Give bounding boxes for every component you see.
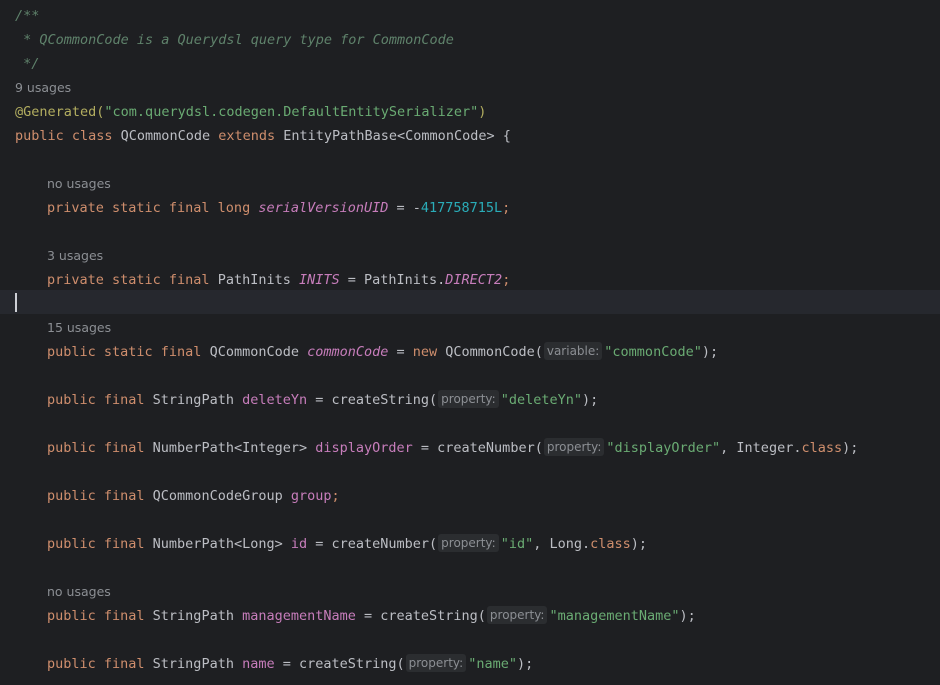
usages-hint-common-code[interactable]: 15 usages	[47, 316, 111, 340]
field-name: deleteYn	[242, 392, 308, 408]
current-line-highlight	[0, 290, 940, 314]
extends-keyword: extends	[218, 128, 284, 144]
annotation-value: "com.querydsl.codegen.DefaultEntitySeria…	[104, 104, 479, 120]
static-constant: DIRECT2	[445, 272, 503, 288]
string-literal: "commonCode"	[604, 344, 702, 360]
annotation-name: @Generated	[15, 104, 97, 120]
string-literal: "managementName"	[549, 608, 680, 624]
code-editor[interactable]: /** * QCommonCode is a Querydsl query ty…	[0, 2, 940, 685]
string-literal: "deleteYn"	[500, 392, 582, 408]
field-name: INITS	[298, 272, 340, 288]
field-name: displayOrder	[315, 440, 413, 456]
field-name: serialVersionUID	[258, 200, 389, 216]
usages-hint-management-name[interactable]: no usages	[47, 580, 111, 604]
field-name: name	[242, 656, 275, 672]
string-literal: "name"	[468, 656, 517, 672]
code-line-serial-version[interactable]: private static final long serialVersionU…	[47, 196, 510, 220]
javadoc-line[interactable]: /**	[15, 4, 39, 28]
usages-hint-inits[interactable]: 3 usages	[47, 244, 103, 268]
field-name: commonCode	[307, 344, 389, 360]
parameter-hint: property:	[543, 438, 605, 456]
string-literal: "displayOrder"	[606, 440, 721, 456]
number-literal: 417758715L	[420, 200, 503, 216]
parameter-hint: property:	[405, 654, 467, 672]
field-name: group	[290, 488, 332, 504]
parameter-hint: variable:	[543, 342, 603, 360]
class-modifiers: public class	[15, 128, 121, 144]
javadoc-line[interactable]: */	[15, 52, 39, 76]
generic-type: <CommonCode>	[397, 128, 495, 144]
code-line-display-order[interactable]: public final NumberPath<Integer> display…	[47, 436, 858, 460]
code-line-management-name[interactable]: public final StringPath managementName =…	[47, 604, 696, 628]
parameter-hint: property:	[438, 534, 499, 552]
super-class: EntityPathBase	[283, 128, 398, 144]
field-name: managementName	[242, 608, 356, 624]
code-line-id[interactable]: public final NumberPath<Long> id = creat…	[47, 532, 647, 556]
open-brace: {	[494, 128, 511, 144]
usages-hint-serial[interactable]: no usages	[47, 172, 111, 196]
field-name: id	[290, 536, 308, 552]
code-line-inits[interactable]: private static final PathInits INITS = P…	[47, 268, 510, 292]
code-line-group[interactable]: public final QCommonCodeGroup group;	[47, 484, 340, 508]
code-line-common-code[interactable]: public static final QCommonCode commonCo…	[47, 340, 718, 364]
javadoc-line[interactable]: * QCommonCode is a Querydsl query type f…	[15, 28, 454, 52]
parameter-hint: property:	[438, 390, 499, 408]
class-name: QCommonCode	[120, 128, 219, 144]
code-line-class-declaration[interactable]: public class QCommonCode extends EntityP…	[15, 124, 511, 148]
string-literal: "id"	[500, 536, 534, 552]
code-line-name[interactable]: public final StringPath name = createStr…	[47, 652, 533, 676]
usages-hint-class[interactable]: 9 usages	[15, 76, 71, 100]
code-line-delete-yn[interactable]: public final StringPath deleteYn = creat…	[47, 388, 598, 412]
text-caret	[15, 293, 17, 312]
parameter-hint: property:	[486, 606, 548, 624]
code-line-annotation[interactable]: @Generated("com.querydsl.codegen.Default…	[15, 100, 486, 124]
